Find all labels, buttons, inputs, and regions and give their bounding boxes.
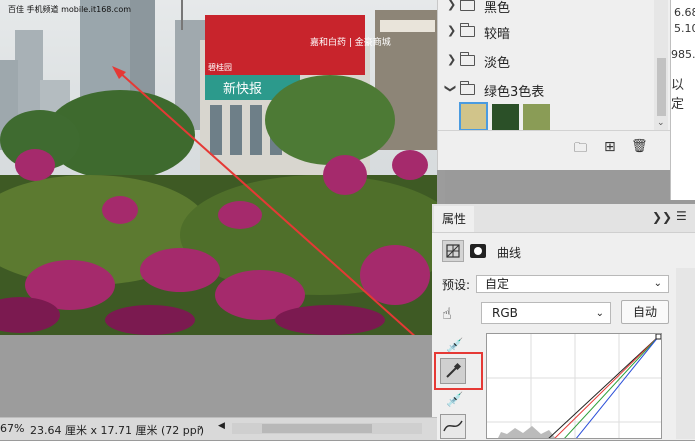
folder-icon — [459, 0, 475, 11]
status-bar: 67% 23.64 厘米 x 17.71 厘米 (72 ppi) › ◀ — [0, 417, 437, 440]
folder-label: 较暗 — [484, 27, 511, 42]
horizontal-scrollbar[interactable] — [232, 423, 422, 434]
divider — [438, 130, 670, 131]
photo-scene: 新快报 嘉和白药 | 金豪商城 碧桂园 百佳 手机频道 mobile.it168… — [0, 0, 437, 335]
folder-icon — [459, 52, 475, 66]
chevron-right-icon: ❯ — [447, 53, 457, 66]
swatch-selection-ring — [459, 102, 488, 131]
eyedropper-white-icon[interactable]: 💉 — [446, 392, 463, 408]
swatch-color[interactable] — [523, 104, 550, 131]
info-value: 5.10 — [674, 22, 695, 35]
scroll-down-icon[interactable]: ⌄ — [657, 118, 665, 128]
curve-red — [554, 335, 660, 438]
document-size[interactable]: 23.64 厘米 x 17.71 厘米 (72 ppi) — [30, 422, 204, 438]
mask-icon[interactable] — [470, 244, 486, 258]
curve-green — [564, 335, 660, 438]
curves-label: 曲线 — [497, 246, 522, 260]
swatch-color[interactable] — [492, 104, 519, 131]
curve-blue — [575, 335, 660, 438]
info-value: 6.68 — [674, 6, 695, 19]
folder-label: 绿色3色表 — [484, 85, 545, 100]
target-adjust-icon[interactable]: ☝ — [442, 304, 452, 323]
auto-button[interactable]: 自动 — [621, 300, 669, 324]
channel-select[interactable]: RGB ⌄ — [481, 302, 611, 324]
chevron-down-icon: ⌄ — [653, 278, 662, 289]
preset-value: 自定 — [485, 277, 510, 291]
status-arrow-icon[interactable]: › — [198, 421, 202, 434]
new-swatch-icon[interactable]: ⊞ — [604, 139, 616, 155]
folder-icon — [459, 81, 475, 95]
swatches-panel: ❯ 黑色 ❯ 较暗 ❯ 淡色 ❯ 绿色3色表 🗀 ⊞ 🗑 — [437, 0, 671, 170]
scroll-left-icon[interactable]: ◀ — [218, 421, 225, 431]
trash-icon[interactable]: 🗑 — [631, 139, 648, 154]
preset-label: 预设: — [442, 278, 471, 292]
preset-select[interactable]: 自定 ⌄ — [476, 275, 669, 293]
folder-icon — [459, 23, 475, 37]
histogram — [498, 426, 556, 438]
billboard-left: 碧桂园 — [208, 62, 232, 72]
chevron-down-icon: ⌄ — [595, 308, 604, 319]
chevron-right-icon: ❯ — [447, 24, 457, 37]
panel-menu-icon[interactable]: ☰ — [676, 209, 687, 223]
collapse-panel-icon[interactable]: ❯❯ — [652, 210, 672, 224]
swatch-folder-darker[interactable]: ❯ 较暗 — [438, 18, 656, 46]
watermark-text: 百佳 手机频道 mobile.it168.com — [8, 4, 131, 14]
tab-properties[interactable]: 属性 — [434, 206, 474, 232]
adjustment-icon[interactable] — [442, 240, 464, 262]
billboard-top: 嘉和白药 | 金豪商城 — [310, 36, 391, 48]
scrollbar-thumb[interactable] — [262, 424, 372, 433]
highlight-box — [434, 352, 483, 390]
curve-edit-button[interactable] — [440, 414, 466, 439]
photo-canvas[interactable]: 新快报 嘉和白药 | 金豪商城 碧桂园 百佳 手机频道 mobile.it168… — [0, 0, 437, 335]
info-value: 985.4 — [671, 48, 695, 61]
canvas-background — [0, 335, 437, 417]
properties-scrollbar[interactable] — [676, 268, 695, 439]
folder-label: 黑色 — [484, 1, 511, 16]
channel-value: RGB — [492, 306, 518, 320]
chevron-down-icon: ❯ — [444, 83, 458, 94]
curve-endpoint[interactable] — [655, 334, 661, 340]
info-value: 以定 — [671, 78, 685, 112]
curves-svg — [487, 334, 661, 438]
billboard-sign: 新快报 — [223, 81, 262, 97]
swatch-folder-black[interactable]: ❯ 黑色 — [438, 0, 656, 20]
zoom-level[interactable]: 67% — [0, 422, 24, 435]
info-panel-sliver: 6.68 5.10 985.4 以定 — [670, 0, 695, 200]
swatch-folder-green3[interactable]: ❯ 绿色3色表 — [438, 76, 656, 104]
scrollbar-thumb[interactable] — [657, 58, 666, 116]
curve-icon — [443, 420, 463, 432]
swatch-folder-light[interactable]: ❯ 淡色 — [438, 47, 656, 75]
new-group-icon[interactable]: 🗀 — [574, 139, 587, 161]
chevron-right-icon: ❯ — [447, 0, 457, 11]
curve-rgb — [548, 335, 660, 438]
curves-graph[interactable] — [486, 333, 662, 439]
folder-label: 淡色 — [484, 56, 511, 71]
